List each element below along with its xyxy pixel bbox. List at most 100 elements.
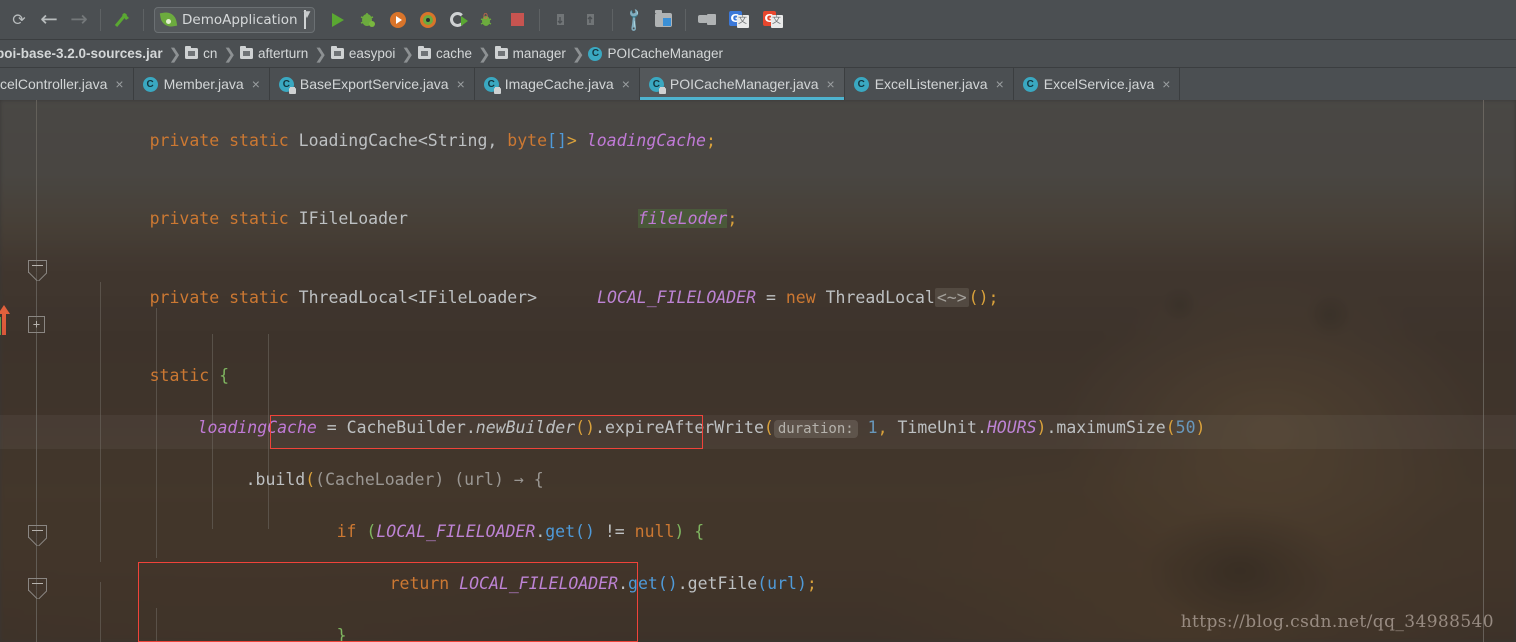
fold-expand-marker[interactable]: + [28, 316, 45, 333]
spring-leaf-icon [159, 10, 178, 29]
breadcrumb-separator-icon: ❯ [571, 45, 585, 63]
run-configuration-selector[interactable]: DemoApplication ▼ [154, 6, 315, 33]
code-line: return LOCAL_FILELOADER.get().getFile(ur… [389, 574, 817, 593]
class-icon: C [588, 46, 603, 61]
commit-glyph [586, 13, 594, 25]
tab-member[interactable]: C Member.java × [134, 68, 270, 100]
breadcrumb-label: poi-base-3.2.0-sources.jar [0, 46, 163, 61]
fold-collapse-marker[interactable] [28, 525, 47, 546]
build-hammer-icon[interactable] [107, 6, 137, 34]
code-token-type: LoadingCache<String, [298, 131, 498, 150]
tab-celcontroller[interactable]: celController.java × [0, 68, 134, 100]
tab-imagecache[interactable]: C ImageCache.java × [475, 68, 640, 100]
code-line: private static LoadingCache<String, byte… [60, 102, 1516, 150]
attach-debugger-glyph: 0 [480, 12, 491, 26]
tab-excelservice[interactable]: C ExcelService.java × [1014, 68, 1181, 100]
code-token-gt: > [566, 131, 577, 150]
project-structure-icon[interactable] [649, 6, 679, 34]
tab-excellistener[interactable]: C ExcelListener.java × [845, 68, 1014, 100]
code-line: private static ThreadLocal<IFileLoader> L… [60, 259, 1516, 307]
run-icon[interactable] [323, 6, 353, 34]
code-token-keyword: static [229, 209, 289, 228]
editor-tab-bar: celController.java × C Member.java × C B… [0, 68, 1516, 100]
tab-label: ExcelListener.java [874, 76, 988, 92]
tab-label: BaseExportService.java [299, 76, 449, 92]
class-icon: C [853, 76, 869, 92]
code-token-type: ThreadLocal [825, 288, 935, 307]
profiler-glyph [419, 11, 436, 28]
code-line: if (LOCAL_FILELOADER.get() != null) { [336, 522, 705, 541]
breadcrumb-label: POICacheManager [607, 46, 724, 61]
close-icon[interactable]: × [252, 76, 260, 92]
breadcrumb-separator-icon: ❯ [478, 45, 491, 63]
breadcrumb-item-easypoi[interactable]: easypoi [327, 40, 402, 68]
breadcrumb-separator-icon: ❯ [168, 45, 182, 63]
class-icon: C [1022, 76, 1038, 92]
attach-debugger-icon[interactable]: 0 [473, 6, 503, 34]
main-toolbar: ⟳ ← → DemoApplication ▼ 0 🔧 G 文 G 文 [0, 0, 1516, 40]
profile-icon[interactable] [413, 6, 443, 34]
code-token-keyword: new [785, 288, 816, 307]
breadcrumb-item-poicachemanager[interactable]: C POICacheManager [584, 40, 729, 68]
push-icon[interactable] [692, 6, 722, 34]
code-token-brackets: [] [547, 131, 567, 150]
code-token-brace: { [219, 366, 230, 385]
close-icon[interactable]: × [996, 76, 1004, 92]
breadcrumb-item-manager[interactable]: manager [491, 40, 572, 68]
class-locked-icon: C [483, 76, 501, 94]
code-token-brace: { [533, 470, 544, 489]
stop-icon[interactable] [503, 6, 533, 34]
tab-baseexportservice[interactable]: C BaseExportService.java × [270, 68, 475, 100]
code-token-operator: = [326, 418, 337, 437]
code-token-keyword: byte [507, 131, 548, 150]
class-locked-icon: C [648, 76, 666, 94]
commit-icon [576, 6, 606, 34]
sync-icon[interactable]: ⟳ [4, 6, 34, 34]
code-token-brace: } [336, 626, 347, 642]
code-token-arrow: → [513, 470, 524, 489]
chevron-down-icon: ▼ [303, 10, 310, 29]
code-text-area[interactable]: private static LoadingCache<String, byte… [60, 100, 1516, 642]
breadcrumb-item-cn[interactable]: cn [181, 40, 223, 68]
settings-wrench-icon[interactable]: 🔧 [619, 5, 649, 34]
toolbar-divider [684, 8, 686, 31]
close-icon[interactable]: × [457, 76, 465, 92]
breadcrumb-label: easypoi [348, 46, 396, 61]
code-token-static-field: LOCAL_FILELOADER [597, 288, 757, 307]
fold-collapse-marker[interactable] [28, 260, 47, 281]
editor-gutter[interactable]: + [0, 100, 60, 642]
toolbar-divider [538, 8, 540, 31]
code-token-semicolon: ; [806, 574, 817, 593]
fold-collapse-marker[interactable] [28, 578, 47, 599]
google-translate-red-icon[interactable]: G文 [756, 6, 790, 34]
code-token-method: get() [628, 574, 678, 593]
code-token-keyword: null [634, 522, 675, 541]
close-icon[interactable]: × [1162, 76, 1170, 92]
back-arrow-icon[interactable]: ← [34, 6, 64, 34]
folder-icon [185, 45, 199, 59]
vcs-change-up-arrow-icon[interactable] [0, 305, 10, 335]
code-token-type: IFileLoader [298, 209, 408, 228]
run-with-coverage-icon[interactable] [383, 6, 413, 34]
close-icon[interactable]: × [827, 76, 835, 92]
tab-label: Member.java [163, 76, 244, 92]
code-fold-placeholder[interactable]: <~> [934, 288, 969, 307]
breadcrumb-item-jar[interactable]: poi-base-3.2.0-sources.jar [0, 40, 169, 68]
folder-icon [417, 45, 431, 59]
parameter-hint: duration: [773, 420, 858, 438]
breadcrumb-label: cn [203, 46, 218, 61]
breadcrumb-separator-icon: ❯ [401, 45, 414, 63]
close-icon[interactable]: × [622, 76, 630, 92]
code-token-constant: HOURS [986, 418, 1037, 437]
google-translate-blue-icon[interactable]: G文 [722, 6, 756, 34]
code-token-cast: (CacheLoader) [315, 470, 445, 489]
rerun-icon[interactable] [443, 6, 473, 34]
debug-icon[interactable] [353, 6, 383, 34]
code-line: private static IFileLoader fileLoder; [60, 180, 1516, 228]
code-editor[interactable]: + private static LoadingCache<String, by… [0, 100, 1516, 642]
breadcrumb-item-cache[interactable]: cache [414, 40, 478, 68]
close-icon[interactable]: × [115, 76, 123, 92]
breadcrumb-item-afterturn[interactable]: afterturn [236, 40, 314, 68]
tab-poicachemanager[interactable]: C POICacheManager.java × [639, 68, 845, 100]
code-token-keyword: if [336, 522, 357, 541]
